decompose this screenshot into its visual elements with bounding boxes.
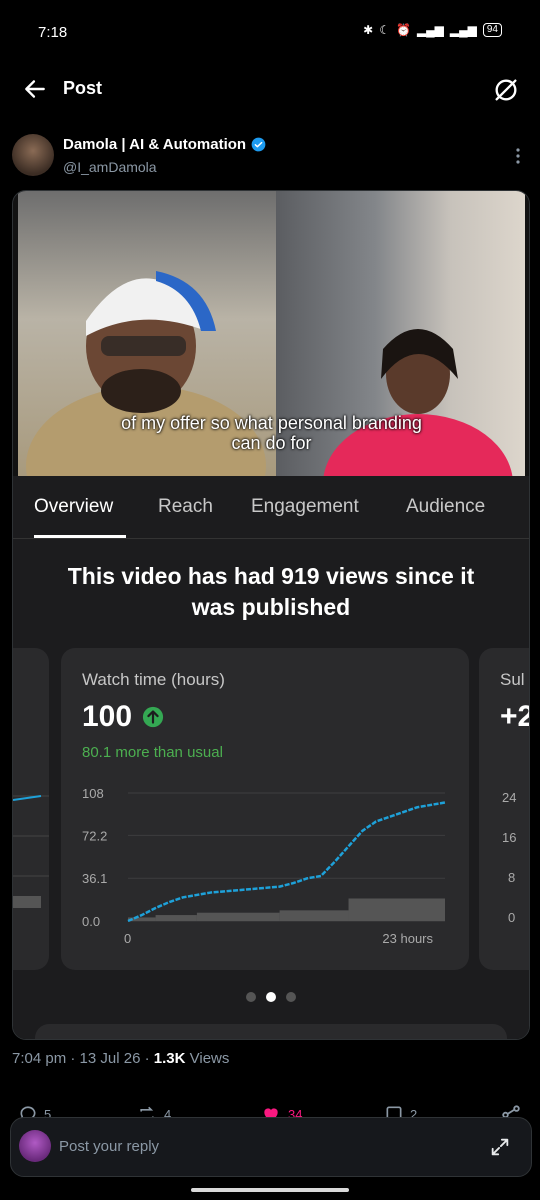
bar: [279, 910, 349, 921]
next-card-title: Sul: [500, 670, 525, 689]
tab-engagement: Engagement: [251, 496, 359, 517]
watch-time-value: 100: [82, 700, 133, 733]
watch-time-delta: 80.1 more than usual: [82, 744, 223, 761]
tab-reach: Reach: [158, 496, 213, 517]
next-card: Sul +2 24 16 8 0: [479, 648, 529, 970]
author-avatar[interactable]: [12, 134, 54, 176]
watch-time-value-row: 100: [82, 700, 164, 734]
analytics-screenshot: Overview Reach Engagement Audience This …: [13, 476, 529, 1039]
post-meta: 7:04 pm · 13 Jul 26 · 1.3K Views: [12, 1050, 230, 1067]
verified-badge-icon: [251, 137, 266, 152]
video-frame[interactable]: of my offer so what personal branding ca…: [18, 191, 525, 476]
x-tick-label: 0: [124, 931, 131, 946]
watch-time-chart: 108 72.2 36.1 0.0 0 23 hours: [82, 786, 446, 946]
headline-line-1: This video has had 919 views since it: [67, 563, 475, 589]
watch-time-title: Watch time (hours): [82, 670, 225, 689]
top-bar: Post: [0, 60, 540, 120]
post-date: 13 Jul 26: [79, 1050, 141, 1067]
tab-audience: Audience: [406, 496, 486, 517]
status-icons: ✱ ☾ ⏰ ▂▄▆ ▂▄▆ 94: [363, 23, 502, 37]
carousel-dot-active: [266, 992, 276, 1002]
carousel-dot: [286, 992, 296, 1002]
expand-icon[interactable]: [489, 1136, 511, 1158]
headline-line-2: was published: [191, 594, 351, 620]
caption-line-1: of my offer so what personal branding: [121, 413, 422, 433]
author-name-row[interactable]: Damola | AI & Automation: [63, 136, 266, 153]
next-card-tick-0: 24: [502, 790, 517, 805]
bar: [155, 915, 197, 921]
post-media[interactable]: of my offer so what personal branding ca…: [12, 190, 530, 1040]
carousel-dots: [13, 992, 529, 1002]
watch-time-card: Watch time (hours) 100 80.1 more than us…: [61, 648, 469, 970]
bluetooth-icon: ✱: [363, 23, 374, 37]
status-bar: 7:18 ✱ ☾ ⏰ ▂▄▆ ▂▄▆ 94: [0, 0, 540, 60]
home-indicator: [191, 1188, 349, 1192]
user-avatar: [19, 1130, 51, 1162]
bar: [196, 912, 280, 921]
page-title: Post: [63, 78, 103, 98]
bar: [348, 898, 445, 921]
reply-input[interactable]: Post your reply: [59, 1138, 159, 1155]
grok-icon[interactable]: [492, 76, 520, 104]
author-name[interactable]: Damola | AI & Automation: [63, 136, 246, 153]
reply-bar[interactable]: Post your reply: [10, 1117, 532, 1177]
analytics-tabs: Overview Reach Engagement Audience: [13, 476, 529, 539]
video-caption: of my offer so what personal branding ca…: [18, 413, 525, 453]
next-card-tick-3: 0: [508, 910, 516, 925]
status-time: 7:18: [38, 24, 68, 41]
y-tick-label: 72.2: [82, 828, 107, 843]
post-time: 7:04 pm: [12, 1050, 67, 1067]
next-section-card: [35, 1024, 507, 1039]
views-headline: This video has had 919 views since it wa…: [13, 561, 529, 623]
signal-icon-2: ▂▄▆: [449, 23, 477, 37]
y-tick-label: 0.0: [82, 914, 100, 929]
carousel-dot: [246, 992, 256, 1002]
signal-icon: ▂▄▆: [416, 23, 444, 37]
next-card-value: +2: [500, 700, 529, 733]
next-card-tick-1: 16: [502, 830, 517, 845]
x-tick-label: 23 hours: [382, 931, 433, 946]
caption-line-2: can do for: [231, 433, 312, 453]
tab-overview: Overview: [34, 496, 114, 517]
previous-card: [13, 648, 49, 970]
trend-up-icon: [142, 706, 164, 728]
moon-icon: ☾: [379, 23, 390, 37]
back-arrow-icon[interactable]: [22, 76, 48, 102]
alarm-off-icon: ⏰: [395, 23, 411, 37]
battery-icon: 94: [482, 23, 502, 37]
views-label: Views: [189, 1050, 230, 1067]
views-count: 1.3K: [153, 1050, 186, 1067]
y-tick-label: 108: [82, 786, 104, 801]
active-tab-indicator: [34, 535, 126, 538]
previous-card-chart: [13, 795, 49, 908]
author-handle[interactable]: @I_amDamola: [63, 159, 157, 175]
more-options-icon[interactable]: [511, 146, 525, 166]
y-tick-label: 36.1: [82, 871, 107, 886]
next-card-tick-2: 8: [508, 870, 516, 885]
